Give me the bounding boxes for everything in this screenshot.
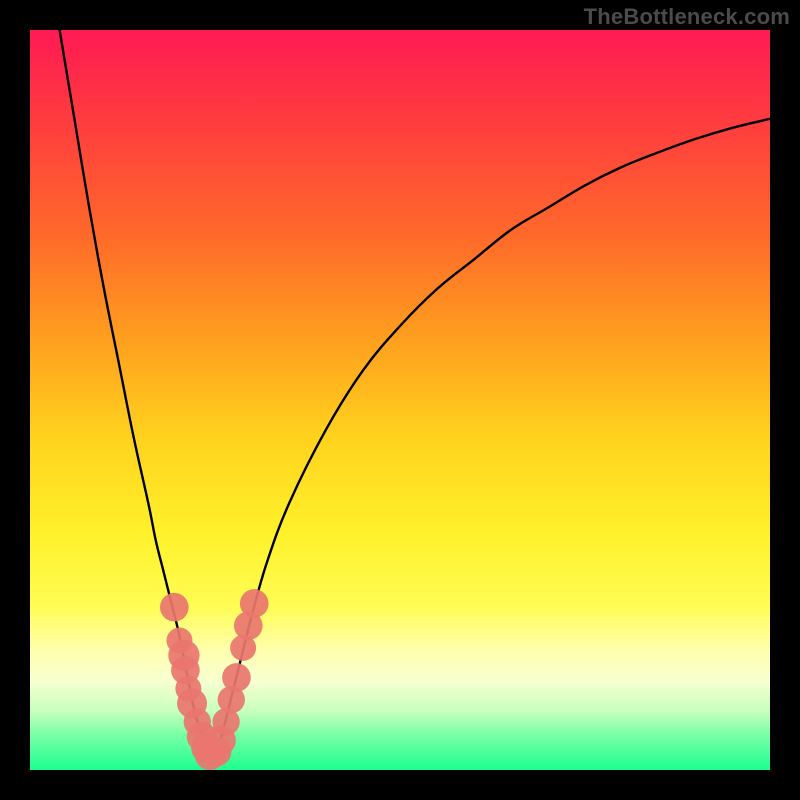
- marker-point: [160, 593, 189, 622]
- curve-group: [60, 30, 770, 763]
- marker-group: [160, 589, 269, 770]
- watermark-text: TheBottleneck.com: [584, 4, 790, 30]
- chart-frame: TheBottleneck.com: [0, 0, 800, 800]
- chart-svg: [30, 30, 770, 770]
- marker-point: [222, 663, 251, 692]
- chart-plot-area: [30, 30, 770, 770]
- curve-right-branch: [211, 119, 770, 763]
- marker-point: [240, 589, 269, 618]
